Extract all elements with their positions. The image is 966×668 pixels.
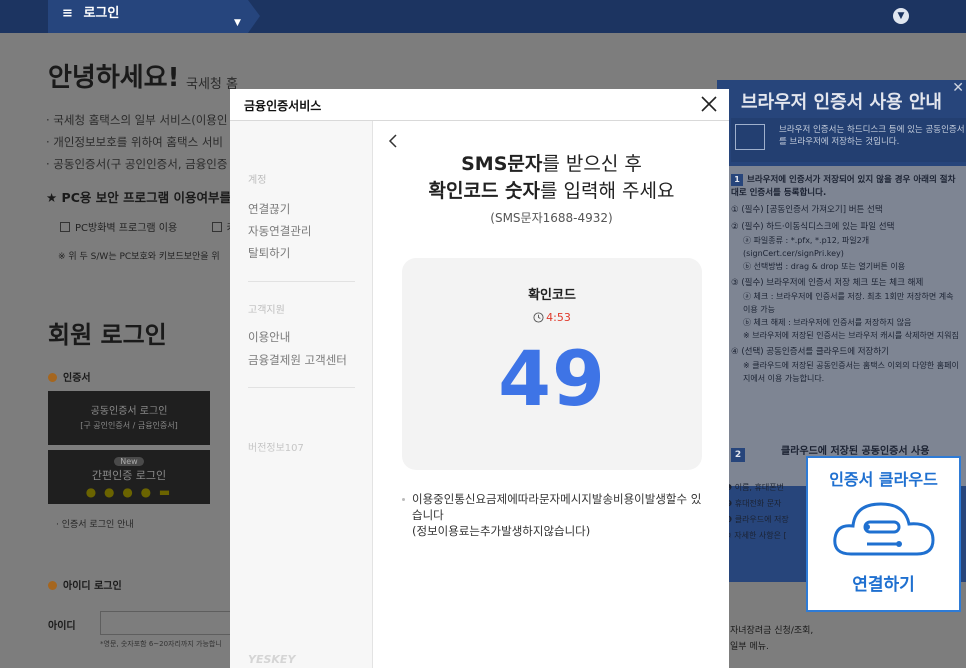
cert-login-sublabel: [구 공인인증서 / 금융인증서] (80, 421, 178, 430)
chevron-down-circle-icon[interactable]: ▼ (893, 8, 909, 24)
easy-auth-label: 간편인증 로그인 (91, 469, 167, 482)
id-hint: *영문, 숫자포함 6~20자리까지 가능합니 (100, 640, 222, 648)
bullet-dot-icon (402, 498, 405, 501)
cloud-icon (832, 502, 935, 556)
guide-item: ① (필수) [공동인증서 가져오기] 버튼 선택 (731, 205, 883, 215)
sidebar-item-customer-center[interactable]: 금융결제원 고객센터 (248, 352, 347, 368)
cloud-promo-link: 연결하기 (852, 575, 915, 595)
guide-item: ⓐ 체크 : 브라우저에 인증서를 저장. 최초 1회만 저장하면 계속 이용 … (743, 292, 954, 314)
timer-value: 4:53 (546, 311, 571, 324)
cert-cloud-connect-button[interactable]: 인증서 클라우드 연결하기 (806, 456, 961, 612)
intro-bullet: · 개인정보보호를 위하여 홈택스 서비 (46, 135, 223, 149)
pc-security-note: ※ 위 두 S/W는 PC보호와 키보드보안을 위 (58, 252, 220, 262)
guide-intro-text: 브라우저 인증서는 하드디스크 등에 있는 공동인증서를 브라우저에 저장하는 … (779, 125, 965, 147)
notice-line-1: 이용중인통신요금제에따라문자메시지발송비용이발생할수 있습니다 (412, 492, 702, 522)
guide-item: ④ (선택) 공동인증서를 클라우드에 저장하기 (731, 347, 890, 357)
intro-bullet: · 공동인증서(구 공인인증서, 금융인증 (46, 157, 228, 171)
monitor-icon (735, 124, 765, 150)
verification-code-box: 확인코드 4:53 49 (402, 258, 702, 470)
sidebar-item-withdraw[interactable]: 탈퇴하기 (248, 245, 290, 261)
guide-item: ⓑ 체크 해제 : 브라우저에 인증서를 저장하지 않음 (743, 318, 912, 327)
guide-item: ② (필수) 하드·이동식디스크에 있는 파일 선택 (731, 222, 895, 232)
headline-bold-1: SMS문자 (461, 153, 543, 175)
bullet-dot-icon (48, 581, 57, 590)
id-login-section-text: 아이디 로그인 (63, 581, 122, 592)
guide-item: ⓐ 파일종류 : *.pfx, *.p12, 파일2개 (signCert.ce… (743, 236, 870, 258)
login-menu-label: 로그인 (83, 6, 120, 21)
easy-auth-login-button[interactable]: New 간편인증 로그인 ● ● ● ● ▬ (48, 450, 210, 504)
firewall-label: PC방화벽 프로그램 이용 (75, 223, 178, 234)
close-icon[interactable] (698, 93, 720, 115)
guide-item: ③ (필수) 브라우저에 인증서 저장 체크 또는 체크 해제 (731, 278, 924, 288)
right-tail-line: 자녀장려금 신청/조회, (730, 626, 814, 636)
id-login-section-label: 아이디 로그인 (48, 577, 122, 592)
modal-sidebar: 계정 연결끊기 자동연결관리 탈퇴하기 고객지원 이용안내 금융결제원 고객센터… (230, 121, 373, 668)
sidebar-version: 버전정보107 (248, 443, 304, 454)
financial-cert-modal: 금융인증서비스 계정 연결끊기 자동연결관리 탈퇴하기 고객지원 이용안내 금융… (230, 89, 729, 668)
guide-intro: 브라우저 인증서는 하드디스크 등에 있는 공동인증서를 브라우저에 저장하는 … (731, 118, 966, 162)
yeskey-logo: YESKEY (248, 653, 296, 666)
guide-item: ※ 클라우드에 저장된 공동인증서는 홈택스 이외의 다양한 홈페이지에서 이용… (743, 361, 959, 383)
pc-security-options: PC방화벽 프로그램 이용 키 (60, 219, 236, 234)
bullet-dot-icon (48, 373, 57, 382)
modal-header: 금융인증서비스 (230, 89, 729, 121)
step-number: 1 (731, 174, 743, 186)
login-menu[interactable]: ≡ 로그인 ▼ (48, 0, 260, 33)
code-label: 확인코드 (528, 288, 576, 303)
sidebar-item-usage-guide[interactable]: 이용안내 (248, 329, 290, 345)
greeting-title: 안녕하세요! (48, 63, 180, 93)
sms-sender-number: (SMS문자1688-4932) (490, 211, 613, 225)
cert-login-button[interactable]: 공동인증서 로그인 [구 공인인증서 / 금융인증서] (48, 391, 210, 445)
close-icon[interactable]: ✕ (952, 80, 964, 96)
headline-line-1: SMS문자를 받으신 후 (374, 151, 729, 178)
sidebar-item-auto-connect[interactable]: 자동연결관리 (248, 223, 311, 239)
sidebar-divider (248, 387, 355, 388)
modal-content: SMS문자를 받으신 후 확인코드 숫자를 입력해 주세요 (SMS문자1688… (374, 121, 729, 668)
countdown-timer: 4:53 (402, 311, 702, 324)
cert-login-guide-link[interactable]: · 인증서 로그인 안내 (56, 517, 134, 530)
sms-cost-notice: 이용중인통신요금제에따라문자메시지발송비용이발생할수 있습니다 (정보이용료는추… (402, 491, 702, 539)
pc-security-title: ★ PC용 보안 프로그램 이용여부를 (46, 190, 231, 205)
firewall-checkbox[interactable] (60, 222, 70, 232)
headline-rest-2: 를 입력해 주세요 (540, 180, 675, 202)
headline-line-2: 확인코드 숫자를 입력해 주세요 (374, 178, 729, 205)
auth-provider-icons: ● ● ● ● ▬ (85, 485, 173, 499)
step-number: 2 (731, 448, 745, 462)
id-field-label: 아이디 (48, 621, 76, 632)
cloud-promo-title: 인증서 클라우드 (829, 470, 938, 489)
guide-title: 브라우저 인증서 사용 안내 (741, 92, 942, 113)
sidebar-section-account: 계정 (248, 175, 267, 186)
hamburger-icon[interactable]: ≡ (62, 6, 73, 21)
back-arrow-icon[interactable] (386, 133, 400, 149)
sidebar-section-support: 고객지원 (248, 305, 285, 316)
new-badge: New (114, 457, 144, 466)
right-tail-text: 자녀장려금 신청/조회, 일부 메뉴. (730, 623, 813, 655)
headline-bold-2: 확인코드 숫자 (428, 180, 541, 202)
clock-icon (533, 312, 544, 323)
guide-step-header: 1 브라우저에 인증서가 저장되어 있지 않을 경우 아래의 절차대로 인증서를 … (731, 174, 960, 200)
verification-code: 49 (498, 334, 606, 423)
intro-bullet: · 국세청 홈택스의 일부 서비스(이용인 (46, 113, 228, 127)
guide-steps: 1 브라우저에 인증서가 저장되어 있지 않을 경우 아래의 절차대로 인증서를 … (725, 166, 966, 486)
member-login-title: 회원 로그인 (48, 321, 167, 349)
cert-login-label: 공동인증서 로그인 (90, 406, 168, 417)
intro-bullets: · 국세청 홈택스의 일부 서비스(이용인 · 개인정보보호를 위하여 홈택스 … (46, 109, 227, 175)
sidebar-divider (248, 281, 355, 282)
cert-section-label: 인증서 (48, 369, 91, 384)
keyboard-checkbox[interactable] (211, 222, 222, 232)
sidebar-item-disconnect[interactable]: 연결끊기 (248, 201, 290, 217)
top-navigation-bar: ≡ 로그인 ▼ ▼ (0, 0, 966, 33)
id-input[interactable] (100, 611, 232, 635)
headline-rest-1: 를 받으신 후 (542, 153, 642, 175)
guide-item: ※ 브라우저에 저장된 인증서는 브라우저 캐시를 삭제하면 지워짐 (743, 331, 959, 340)
notice-line-2: (정보이용료는추가발생하지않습니다) (412, 524, 591, 538)
instruction-headline: SMS문자를 받으신 후 확인코드 숫자를 입력해 주세요 (374, 151, 729, 205)
guide-item: ⓑ 선택방법 : drag & drop 또는 열기버튼 이용 (743, 262, 906, 271)
right-tail-line: 일부 메뉴. (730, 642, 769, 652)
modal-title: 금융인증서비스 (244, 99, 322, 113)
guide-step-text: 브라우저에 인증서가 저장되어 있지 않을 경우 아래의 절차대로 인증서를 등… (731, 175, 956, 198)
cert-section-text: 인증서 (63, 373, 91, 384)
